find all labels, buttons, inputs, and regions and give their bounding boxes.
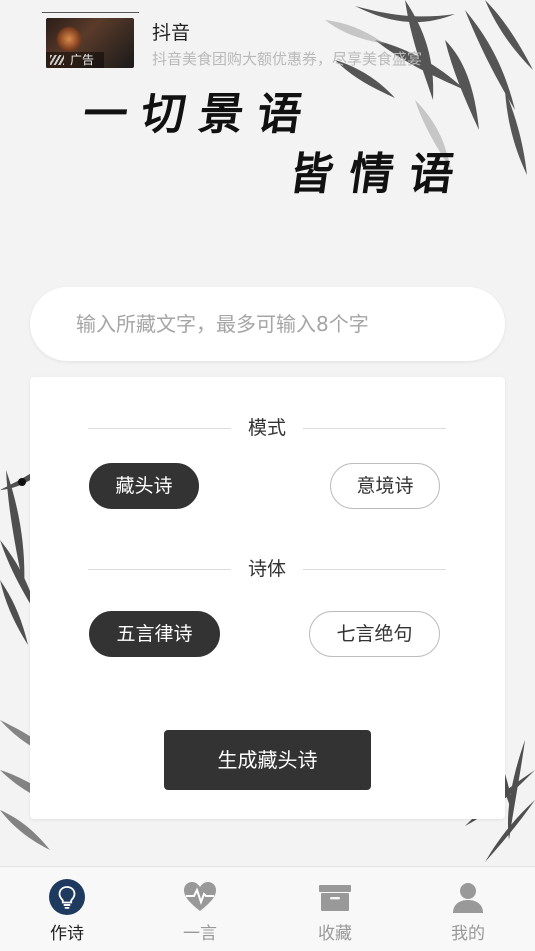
ad-logo-icon bbox=[50, 55, 64, 65]
lightbulb-icon bbox=[49, 879, 85, 915]
ad-badge-label: 广告 bbox=[70, 53, 95, 67]
form-section-title: 诗体 bbox=[88, 557, 446, 581]
tab-profile[interactable]: 我的 bbox=[413, 867, 523, 951]
bottom-tab-bar: 作诗 一言 收藏 我的 bbox=[0, 866, 535, 951]
form-option-five-char-regulated[interactable]: 五言律诗 bbox=[89, 611, 220, 657]
calligraphy-line-1: 一切景语 bbox=[79, 89, 319, 140]
form-title: 诗体 bbox=[247, 558, 286, 580]
ad-thumbnail-image bbox=[56, 26, 82, 52]
archive-box-icon bbox=[319, 885, 351, 911]
mode-section-title: 模式 bbox=[88, 416, 446, 440]
ad-divider bbox=[42, 12, 139, 13]
tab-quote[interactable]: 一言 bbox=[145, 867, 255, 951]
mode-title: 模式 bbox=[247, 417, 286, 439]
mode-option-acrostic[interactable]: 藏头诗 bbox=[89, 463, 199, 509]
ad-badge: 广告 bbox=[46, 52, 104, 68]
generate-poem-button[interactable]: 生成藏头诗 bbox=[164, 730, 371, 790]
tab-quote-label: 一言 bbox=[183, 924, 217, 944]
mode-option-artistic[interactable]: 意境诗 bbox=[330, 463, 440, 509]
tab-favorites-label: 收藏 bbox=[318, 924, 352, 944]
hidden-text-input[interactable] bbox=[30, 287, 505, 361]
ad-description[interactable]: 抖音美食团购大额优惠券，尽享美食盛宴 bbox=[152, 48, 472, 69]
options-card: 模式 藏头诗 意境诗 诗体 五言律诗 七言绝句 生成藏头诗 bbox=[30, 377, 505, 819]
tab-favorites[interactable]: 收藏 bbox=[280, 867, 390, 951]
user-icon bbox=[453, 883, 483, 913]
heartbeat-icon bbox=[184, 882, 216, 911]
tab-profile-label: 我的 bbox=[451, 924, 485, 944]
form-option-seven-char-quatrain[interactable]: 七言绝句 bbox=[309, 611, 440, 657]
calligraphy-line-2: 皆情语 bbox=[285, 149, 473, 200]
ad-title[interactable]: 抖音 bbox=[152, 18, 190, 45]
tab-compose[interactable]: 作诗 bbox=[12, 867, 122, 951]
tab-compose-label: 作诗 bbox=[50, 924, 84, 944]
ad-banner[interactable]: 广告 抖音 抖音美食团购大额优惠券，尽享美食盛宴 bbox=[42, 12, 482, 72]
